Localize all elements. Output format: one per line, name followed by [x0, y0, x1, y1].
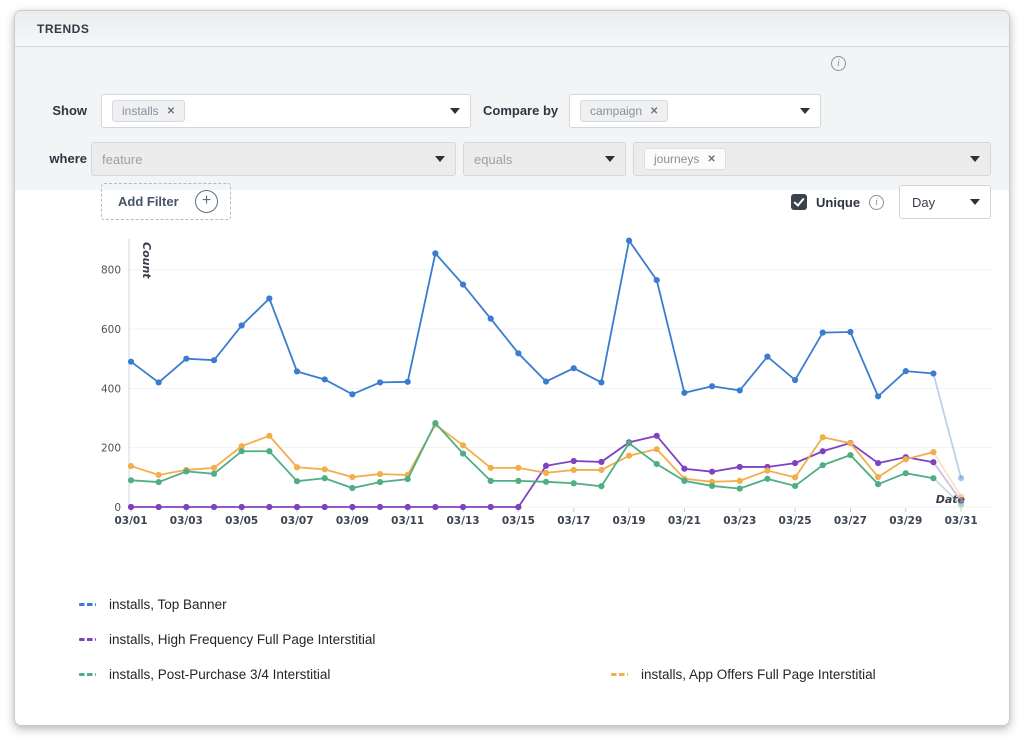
svg-text:03/31: 03/31: [945, 515, 978, 527]
svg-text:03/03: 03/03: [170, 515, 203, 527]
svg-text:03/01: 03/01: [114, 515, 147, 527]
legend-item-app-offers[interactable]: installs, App Offers Full Page Interstit…: [611, 667, 876, 682]
legend-label: installs, App Offers Full Page Interstit…: [641, 667, 876, 682]
chevron-down-icon: [970, 156, 980, 162]
svg-text:600: 600: [101, 324, 121, 336]
remove-tag-icon[interactable]: ✕: [707, 154, 715, 165]
remove-tag-icon[interactable]: ✕: [650, 106, 658, 117]
info-icon[interactable]: i: [831, 56, 846, 71]
unique-label: Unique: [816, 195, 860, 210]
panel-title: TRENDS: [15, 11, 1009, 47]
value-tag-label: journeys: [654, 152, 699, 166]
show-label: Show: [37, 94, 87, 128]
compare-by-dropdown[interactable]: campaign ✕: [569, 94, 821, 128]
svg-text:03/23: 03/23: [723, 515, 756, 527]
svg-text:03/09: 03/09: [336, 515, 369, 527]
svg-text:Count: Count: [140, 242, 153, 279]
svg-text:03/17: 03/17: [557, 515, 590, 527]
feature-placeholder: feature: [102, 152, 142, 167]
trends-panel: TRENDS Show installs ✕ Compare by campai…: [14, 10, 1010, 726]
chart-canvas: 0 200 400 600 800 03/01 03/03 03/05 03/07 03/09 03…: [15, 211, 1010, 541]
svg-text:03/15: 03/15: [502, 515, 535, 527]
svg-text:0: 0: [114, 502, 121, 514]
show-tag[interactable]: installs ✕: [112, 100, 185, 122]
filter-value-dropdown[interactable]: journeys ✕: [633, 142, 991, 176]
svg-text:03/25: 03/25: [779, 515, 812, 527]
svg-text:03/07: 03/07: [280, 515, 313, 527]
svg-text:03/27: 03/27: [834, 515, 867, 527]
chevron-down-icon: [450, 108, 460, 114]
legend-label: installs, Top Banner: [109, 597, 227, 612]
legend-marker-green: [79, 673, 96, 676]
chevron-down-icon: [800, 108, 810, 114]
svg-text:03/21: 03/21: [668, 515, 701, 527]
operator-dropdown[interactable]: equals: [463, 142, 626, 176]
legend-item-high-frequency[interactable]: installs, High Frequency Full Page Inter…: [79, 632, 375, 647]
legend-marker-orange: [611, 673, 628, 676]
remove-tag-icon[interactable]: ✕: [167, 106, 175, 117]
filter-section: Show installs ✕ Compare by campaign ✕ i …: [15, 47, 1009, 190]
info-icon[interactable]: i: [869, 195, 884, 210]
legend-label: installs, High Frequency Full Page Inter…: [109, 632, 375, 647]
compare-tag-label: campaign: [590, 104, 642, 118]
operator-value: equals: [474, 152, 512, 167]
plus-icon: +: [195, 190, 218, 213]
panel-header: TRENDS: [15, 11, 1009, 47]
granularity-value: Day: [912, 195, 935, 210]
legend-label: installs, Post-Purchase 3/4 Interstitial: [109, 667, 330, 682]
svg-text:03/05: 03/05: [225, 515, 258, 527]
feature-dropdown[interactable]: feature: [91, 142, 456, 176]
chevron-down-icon: [435, 156, 445, 162]
svg-text:03/19: 03/19: [613, 515, 646, 527]
svg-text:800: 800: [101, 265, 121, 277]
legend-item-top-banner[interactable]: installs, Top Banner: [79, 597, 227, 612]
value-tag[interactable]: journeys ✕: [644, 148, 726, 170]
trends-line-chart: 0 200 400 600 800 03/01 03/03 03/05 03/07 03/09 03…: [15, 211, 1010, 541]
add-filter-label: Add Filter: [118, 194, 179, 209]
chevron-down-icon: [970, 199, 980, 205]
where-label: where: [37, 142, 87, 176]
compare-by-label: Compare by: [483, 94, 563, 128]
svg-text:03/11: 03/11: [391, 515, 424, 527]
legend-marker-blue: [79, 603, 96, 606]
legend-item-post-purchase[interactable]: installs, Post-Purchase 3/4 Interstitial: [79, 667, 330, 682]
svg-text:03/13: 03/13: [447, 515, 480, 527]
legend-marker-purple: [79, 638, 96, 641]
chevron-down-icon: [605, 156, 615, 162]
svg-text:200: 200: [101, 443, 121, 455]
svg-text:400: 400: [101, 383, 121, 395]
unique-checkbox[interactable]: [791, 194, 807, 210]
show-tag-label: installs: [122, 104, 159, 118]
compare-tag[interactable]: campaign ✕: [580, 100, 668, 122]
svg-text:03/29: 03/29: [889, 515, 922, 527]
show-dropdown[interactable]: installs ✕: [101, 94, 471, 128]
